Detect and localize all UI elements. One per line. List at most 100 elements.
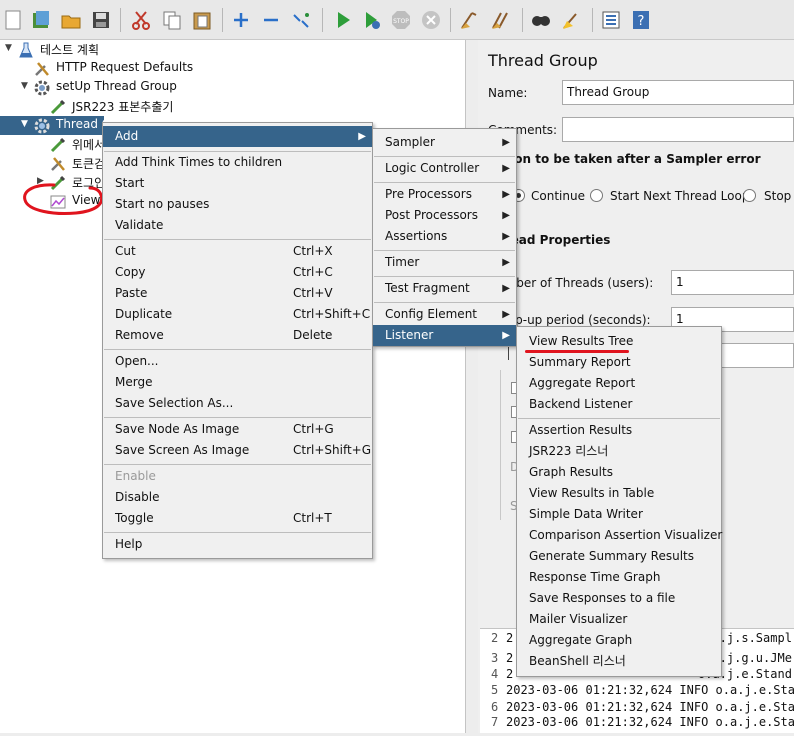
tree-node-child-2[interactable]: 토큰검 xyxy=(0,154,105,173)
menu-separator xyxy=(104,532,371,533)
stop-thread-label: Stop T xyxy=(764,189,794,203)
tree-node-setup-thread-group[interactable]: ▼ setUp Thread Group xyxy=(0,78,466,97)
collapse-icon[interactable] xyxy=(260,9,282,31)
menu-item-timer[interactable]: Timer ▶ xyxy=(373,252,516,273)
menu-item-save-responses[interactable]: Save Responses to a file xyxy=(517,588,721,609)
menu-item-help[interactable]: Help xyxy=(103,534,372,555)
toolbar: STOP ? xyxy=(0,0,794,40)
tree-node-test-plan[interactable]: ▼ 테스트 계획 xyxy=(0,40,466,59)
field-fragment xyxy=(508,346,512,360)
tree-node-thread-group[interactable]: ▼ Thread G xyxy=(0,116,111,135)
menu-item-listener[interactable]: Listener ▶ xyxy=(373,325,516,346)
menu-separator xyxy=(104,239,371,240)
paste-icon[interactable] xyxy=(191,9,213,31)
new-icon[interactable] xyxy=(2,9,24,31)
menu-item-view-results-tree[interactable]: View Results Tree xyxy=(517,331,721,352)
reset-search-icon[interactable] xyxy=(560,9,582,31)
cut-icon[interactable] xyxy=(130,9,152,31)
menu-item-sampler[interactable]: Sampler ▶ xyxy=(373,132,516,153)
toggle-icon[interactable] xyxy=(290,9,312,31)
context-menu: Add ▶ Add Think Times to children Start S… xyxy=(102,122,373,559)
search-icon[interactable] xyxy=(530,9,552,31)
menu-item-merge[interactable]: Merge xyxy=(103,372,372,393)
menu-item-remove[interactable]: Remove Delete xyxy=(103,325,372,346)
menu-separator xyxy=(374,276,515,277)
menu-item-comparison-assertion-visualizer[interactable]: Comparison Assertion Visualizer xyxy=(517,525,722,546)
menu-item-logic-controller[interactable]: Logic Controller ▶ xyxy=(373,158,516,179)
menu-item-graph-results[interactable]: Graph Results xyxy=(517,462,721,483)
templates-icon[interactable] xyxy=(30,9,52,31)
tree-node-http-defaults[interactable]: HTTP Request Defaults xyxy=(0,59,466,78)
threads-field[interactable]: 1 xyxy=(671,270,794,295)
listener-submenu: View Results Tree Summary Report Aggrega… xyxy=(516,326,722,677)
menu-item-test-fragment[interactable]: Test Fragment ▶ xyxy=(373,278,516,299)
menu-item-assertions[interactable]: Assertions ▶ xyxy=(373,226,516,247)
menu-item-view-results-table[interactable]: View Results in Table xyxy=(517,483,721,504)
wrench-icon xyxy=(51,157,65,171)
stop-thread-radio[interactable] xyxy=(743,189,756,202)
clear-all-icon[interactable] xyxy=(490,9,512,31)
menu-item-start[interactable]: Start xyxy=(103,173,372,194)
tree-node-label: 위메서 xyxy=(72,138,106,152)
menu-item-cut[interactable]: Cut Ctrl+X xyxy=(103,241,372,262)
menu-item-add-think-times[interactable]: Add Think Times to children xyxy=(103,152,372,173)
name-field[interactable]: Thread Group xyxy=(562,80,794,105)
open-icon[interactable] xyxy=(60,9,82,31)
menu-item-assertion-results[interactable]: Assertion Results xyxy=(517,420,721,441)
add-submenu: Sampler ▶ Logic Controller ▶ Pre Processor… xyxy=(372,128,517,347)
menu-item-config-element[interactable]: Config Element ▶ xyxy=(373,304,516,325)
menu-item-disable[interactable]: Disable xyxy=(103,487,372,508)
sampler-error-section-title: Action to be taken after a Sampler error xyxy=(488,152,761,166)
start-next-loop-radio[interactable] xyxy=(590,189,603,202)
menu-item-simple-data-writer[interactable]: Simple Data Writer xyxy=(517,504,721,525)
menu-item-beanshell-listener[interactable]: BeanShell 리스너 xyxy=(517,651,721,672)
menu-item-open[interactable]: Open... xyxy=(103,351,372,372)
menu-item-validate[interactable]: Validate xyxy=(103,215,372,236)
chevron-down-icon[interactable]: ▼ xyxy=(21,81,31,91)
menu-item-response-time-graph[interactable]: Response Time Graph xyxy=(517,567,721,588)
menu-item-save-screen-image[interactable]: Save Screen As Image Ctrl+Shift+G xyxy=(103,440,372,461)
menu-item-save-selection[interactable]: Save Selection As... xyxy=(103,393,372,414)
comments-field[interactable] xyxy=(562,117,794,142)
menu-item-copy[interactable]: Copy Ctrl+C xyxy=(103,262,372,283)
start-icon[interactable] xyxy=(332,9,354,31)
tree-node-label: 테스트 계획 xyxy=(40,43,100,57)
chevron-right-icon: ▶ xyxy=(502,231,510,242)
menu-item-mailer-visualizer[interactable]: Mailer Visualizer xyxy=(517,609,721,630)
function-helper-icon[interactable] xyxy=(600,9,622,31)
menu-item-save-node-image[interactable]: Save Node As Image Ctrl+G xyxy=(103,419,372,440)
menu-item-add[interactable]: Add ▶ xyxy=(103,126,372,147)
menu-item-jsr223-listener[interactable]: JSR223 리스너 xyxy=(517,441,721,462)
menu-item-start-no-pauses[interactable]: Start no pauses xyxy=(103,194,372,215)
help-icon[interactable]: ? xyxy=(630,9,652,31)
tree-node-jsr223-sampler[interactable]: JSR223 표본추출기 xyxy=(0,97,466,116)
menu-item-toggle[interactable]: Toggle Ctrl+T xyxy=(103,508,372,529)
expand-icon[interactable] xyxy=(230,9,252,31)
menu-separator xyxy=(374,250,515,251)
chevron-right-icon: ▶ xyxy=(502,330,510,341)
menu-item-aggregate-graph[interactable]: Aggregate Graph xyxy=(517,630,721,651)
chevron-right-icon: ▶ xyxy=(502,257,510,268)
chevron-down-icon[interactable]: ▼ xyxy=(21,119,31,129)
gear-icon xyxy=(34,118,50,134)
menu-item-summary-report[interactable]: Summary Report xyxy=(517,352,721,373)
copy-icon[interactable] xyxy=(161,9,183,31)
menu-item-generate-summary-results[interactable]: Generate Summary Results xyxy=(517,546,721,567)
menu-item-enable: Enable xyxy=(115,469,156,483)
menu-item-pre-processors[interactable]: Pre Processors ▶ xyxy=(373,184,516,205)
menu-item-post-processors[interactable]: Post Processors ▶ xyxy=(373,205,516,226)
menu-item-paste[interactable]: Paste Ctrl+V xyxy=(103,283,372,304)
menu-item-backend-listener[interactable]: Backend Listener xyxy=(517,394,721,415)
tree-node-child-1[interactable]: 위메서 xyxy=(0,135,106,154)
stop-icon[interactable]: STOP xyxy=(390,9,412,31)
menu-item-aggregate-report[interactable]: Aggregate Report xyxy=(517,373,721,394)
start-no-pauses-icon[interactable] xyxy=(361,9,383,31)
shutdown-icon[interactable] xyxy=(420,9,442,31)
clear-icon[interactable] xyxy=(458,9,480,31)
chevron-down-icon[interactable]: ▼ xyxy=(5,43,15,53)
wrench-icon xyxy=(35,62,49,76)
save-icon[interactable] xyxy=(90,9,112,31)
chevron-right-icon: ▶ xyxy=(502,163,510,174)
menu-separator xyxy=(104,417,371,418)
menu-item-duplicate[interactable]: Duplicate Ctrl+Shift+C xyxy=(103,304,372,325)
